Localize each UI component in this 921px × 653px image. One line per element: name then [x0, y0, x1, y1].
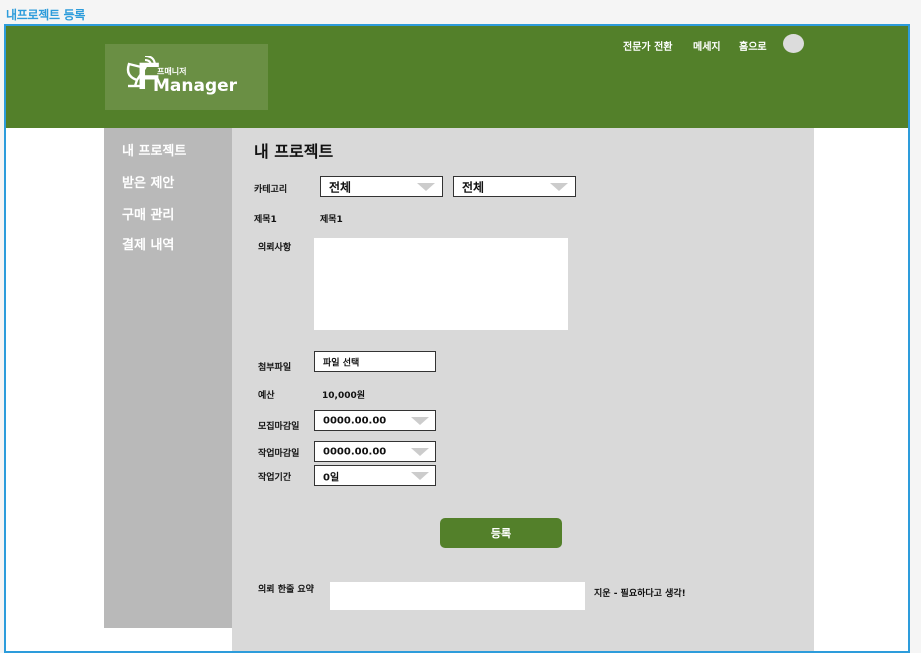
nav-switch-expert[interactable]: 전문가 전환 [623, 38, 672, 53]
subject-value[interactable]: 제목1 [320, 212, 343, 225]
request-label: 의뢰사항 [258, 243, 292, 253]
budget-value: 10,000원 [322, 391, 366, 401]
attachment-label: 첨부파일 [258, 363, 292, 373]
file-select-label: 파일 선택 [323, 358, 360, 368]
category-select-1-value: 전체 [329, 180, 352, 194]
chevron-down-icon [411, 416, 429, 425]
category-select-1[interactable]: 전체 [320, 176, 443, 197]
summary-input[interactable] [330, 582, 585, 610]
budget-label: 예산 [258, 391, 275, 401]
work-deadline-label: 작업마감일 [258, 449, 300, 459]
logo[interactable]: F 프매니저 Manager [105, 44, 268, 110]
frame-title: 내프로젝트 등록 [6, 8, 86, 22]
work-deadline-select[interactable]: 0000.00.00 [314, 441, 436, 462]
recruit-deadline-value: 0000.00.00 [323, 415, 387, 426]
chevron-down-icon [417, 182, 435, 191]
file-select-button[interactable]: 파일 선택 [314, 351, 436, 372]
work-period-label: 작업기간 [258, 473, 292, 483]
header-bar: F 프매니저 Manager 전문가 전환 메세지 홈으로 [6, 26, 908, 128]
sidebar: 내 프로젝트 받은 제안 구매 관리 결제 내역 [104, 128, 232, 628]
nav-message[interactable]: 메세지 [693, 38, 721, 53]
category-label: 카테고리 [254, 185, 288, 195]
recruit-deadline-select[interactable]: 0000.00.00 [314, 410, 436, 431]
sidebar-item-purchases[interactable]: 구매 관리 [122, 204, 174, 223]
category-select-2[interactable]: 전체 [453, 176, 576, 197]
chevron-down-icon [411, 447, 429, 456]
nav-home[interactable]: 홈으로 [739, 38, 767, 53]
logo-word: Manager [153, 76, 238, 96]
sidebar-item-payments[interactable]: 결제 내역 [122, 234, 174, 253]
category-select-2-value: 전체 [462, 180, 485, 194]
avatar[interactable] [783, 34, 804, 53]
request-textarea[interactable] [314, 238, 568, 330]
work-period-value: 0일 [323, 472, 340, 483]
work-deadline-value: 0000.00.00 [323, 446, 387, 457]
chevron-down-icon [411, 471, 429, 480]
submit-button[interactable]: 등록 [440, 518, 562, 548]
work-period-select[interactable]: 0일 [314, 465, 436, 486]
page-title: 내 프로젝트 [254, 142, 334, 161]
summary-note: 지운 - 필요하다고 생각! [594, 589, 686, 599]
main-content: 내 프로젝트 카테고리 전체 전체 제목1 제목1 의뢰사항 첨부파일 파일 선… [232, 128, 814, 651]
chevron-down-icon [550, 182, 568, 191]
summary-label: 의뢰 한줄 요약 [258, 585, 314, 595]
sidebar-item-received-offers[interactable]: 받은 제안 [122, 172, 174, 191]
recruit-deadline-label: 모집마감일 [258, 422, 300, 432]
sidebar-item-my-project[interactable]: 내 프로젝트 [122, 140, 186, 159]
subject-label: 제목1 [254, 215, 277, 225]
app-frame: F 프매니저 Manager 전문가 전환 메세지 홈으로 내 프로젝트 받은 … [4, 24, 910, 653]
